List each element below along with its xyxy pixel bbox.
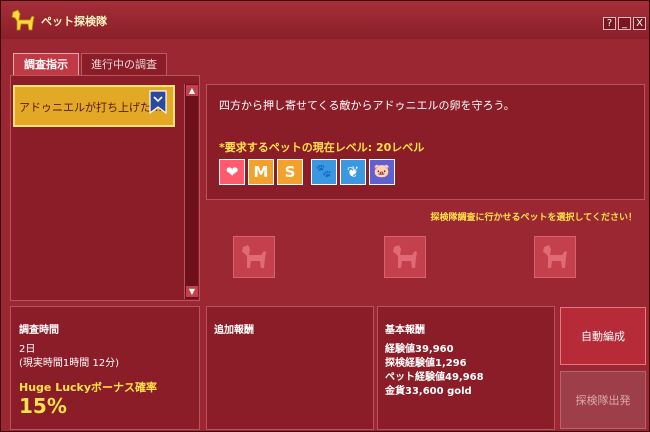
pet-expedition-window: ペット探検隊 ? _ X 調査指示 進行中の調査 アドゥニエルが打ち上げた… ▲…	[0, 0, 650, 432]
title-bar[interactable]: ペット探検隊 ? _ X	[1, 1, 649, 39]
scroll-up-button[interactable]: ▲	[186, 85, 198, 96]
mission-item-label: アドゥニエルが打ち上げた…	[19, 101, 162, 114]
tab-investigation-orders[interactable]: 調査指示	[13, 53, 79, 75]
bonus-probability-value: 15%	[19, 394, 67, 418]
reward-pet-exp: ペット経験値49,968	[385, 372, 484, 383]
pig-icon: 🐷	[369, 159, 395, 185]
m-letter-icon: M	[248, 159, 274, 185]
auto-formation-button[interactable]: 自動編成	[560, 307, 646, 365]
base-reward-label: 基本報酬	[385, 325, 425, 336]
dog-silhouette-icon	[543, 245, 567, 268]
pet-select-instruction: 探検隊調査に行かせるペットを選択してください！	[430, 213, 637, 223]
pet-slot[interactable]	[233, 236, 275, 278]
tab-in-progress[interactable]: 進行中の調査	[81, 53, 167, 75]
mission-list-item[interactable]: アドゥニエルが打ち上げた…	[13, 85, 175, 127]
dog-silhouette-icon	[242, 245, 266, 268]
mission-description: 四方から押し寄せてくる敵からアドゥニエルの卵を守ろう。	[219, 99, 515, 112]
scroll-down-button[interactable]: ▼	[186, 286, 198, 297]
pet-slot[interactable]	[384, 236, 426, 278]
investigation-duration: 2日	[19, 344, 36, 355]
minimize-button[interactable]: _	[618, 17, 631, 30]
window-title: ペット探検隊	[41, 15, 107, 28]
reward-gold: 金貨33,600 gold	[385, 386, 472, 397]
investigation-time-label: 調査時間	[19, 325, 59, 336]
extra-reward-label: 追加報酬	[214, 325, 254, 336]
pet-slot[interactable]	[534, 236, 576, 278]
paw-icon: 🐾	[311, 159, 337, 185]
depart-expedition-button[interactable]: 探検隊出発	[560, 371, 646, 429]
mission-list-scrollbar[interactable]: ▲ ▼	[184, 84, 198, 299]
heart-icon: ❤	[219, 159, 245, 185]
bonus-probability-label: Huge Luckyボーナス確率	[19, 381, 158, 394]
dog-icon	[11, 9, 35, 31]
s-letter-icon: S	[277, 159, 303, 185]
reward-exp: 経験値39,960	[385, 344, 454, 355]
dog-silhouette-icon	[393, 245, 417, 268]
real-time-duration: (現実時間1時間 12分)	[19, 358, 120, 369]
help-button[interactable]: ?	[603, 17, 616, 30]
required-level-text: *要求するペットの現在レベル: 20レベル	[219, 141, 425, 154]
wing-icon: ❦	[340, 159, 366, 185]
reward-explore-exp: 探検経験値1,296	[385, 358, 467, 369]
close-button[interactable]: X	[633, 17, 646, 30]
bookmark-icon	[149, 90, 167, 114]
